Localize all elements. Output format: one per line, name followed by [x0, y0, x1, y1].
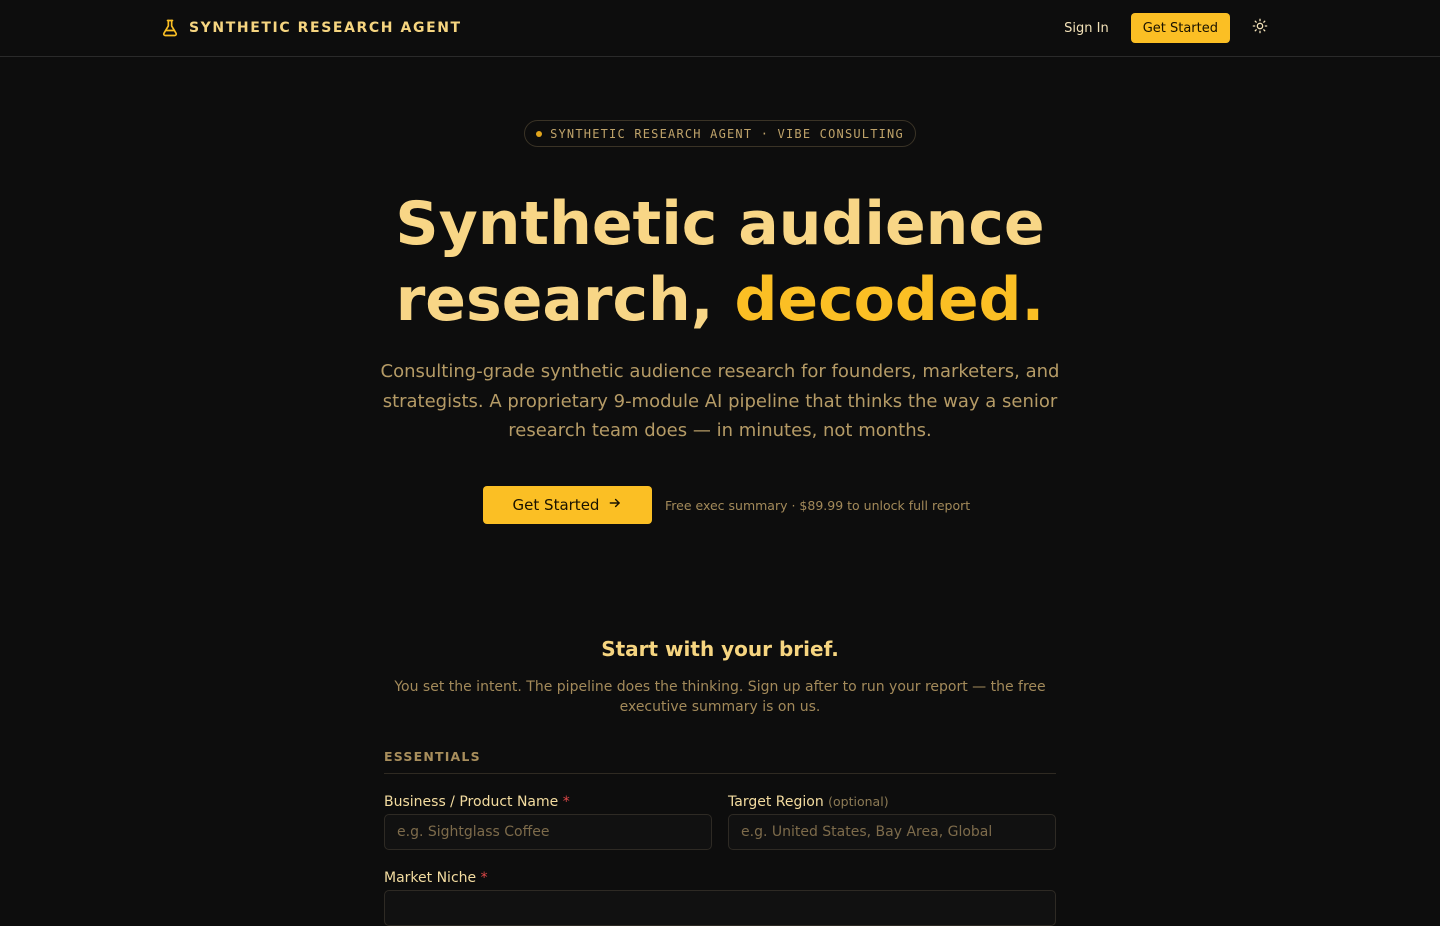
target-region-input[interactable]: [728, 814, 1056, 850]
flask-icon: [160, 18, 180, 38]
hero-get-started-label: Get Started: [512, 496, 600, 514]
hero-title: Synthetic audience research, decoded.: [0, 186, 1440, 338]
required-marker: *: [480, 870, 488, 886]
market-niche-label-text: Market Niche: [384, 870, 477, 886]
target-region-label-text: Target Region: [728, 794, 824, 810]
sign-in-link[interactable]: Sign In: [1064, 21, 1109, 36]
theme-toggle-button[interactable]: [1250, 18, 1270, 38]
hero-cta-row: Get Started Free exec summary · $89.99 t…: [483, 486, 970, 524]
business-name-label: Business / Product Name *: [384, 794, 570, 810]
target-region-label: Target Region (optional): [728, 794, 889, 810]
status-dot-icon: [536, 130, 543, 137]
section-divider: [384, 773, 1056, 774]
hero-get-started-button[interactable]: Get Started: [483, 486, 652, 524]
business-name-label-text: Business / Product Name: [384, 794, 559, 810]
section-label-essentials: ESSENTIALS: [384, 749, 481, 764]
brief-subtitle: You set the intent. The pipeline does th…: [394, 679, 1046, 715]
tagline-pill: SYNTHETIC RESEARCH AGENT · VIBE CONSULTI…: [524, 120, 916, 147]
nav-actions: Sign In Get Started: [1064, 13, 1270, 43]
brief-title: Start with your brief.: [601, 637, 839, 661]
business-name-input[interactable]: [384, 814, 712, 850]
sun-icon: [1252, 18, 1268, 38]
hero-title-line-2a: research,: [395, 265, 735, 335]
market-niche-input[interactable]: [384, 890, 1056, 926]
brand-logo-link[interactable]: SYNTHETIC RESEARCH AGENT: [160, 16, 462, 40]
nav-get-started-button[interactable]: Get Started: [1130, 13, 1230, 43]
arrow-right-icon: [608, 496, 622, 514]
hero-subtitle: Consulting-grade synthetic audience rese…: [380, 361, 1060, 441]
optional-note: (optional): [828, 794, 889, 809]
top-navbar: SYNTHETIC RESEARCH AGENT Sign In Get Sta…: [0, 0, 1440, 57]
tagline-pill-text: SYNTHETIC RESEARCH AGENT · VIBE CONSULTI…: [550, 126, 904, 141]
pricing-note: Free exec summary · $89.99 to unlock ful…: [665, 497, 971, 513]
hero-title-line-1: Synthetic audience: [395, 189, 1045, 259]
required-marker: *: [562, 794, 570, 810]
hero-title-accent: decoded.: [734, 265, 1045, 335]
market-niche-label: Market Niche *: [384, 870, 488, 886]
brand-name: SYNTHETIC RESEARCH AGENT: [189, 20, 462, 36]
